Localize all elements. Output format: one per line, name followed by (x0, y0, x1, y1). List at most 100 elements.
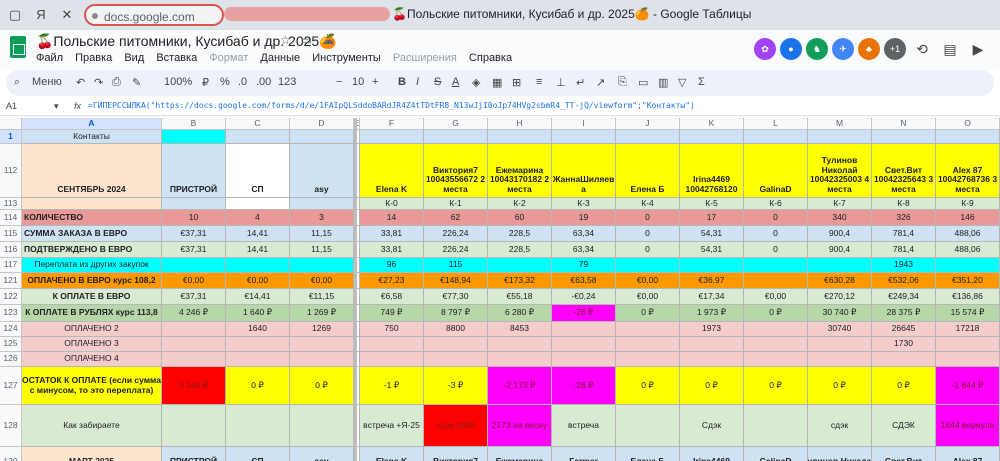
cell-m116[interactable]: 900,4 (808, 242, 872, 258)
cell-o128[interactable]: 1644 вернула (936, 405, 1000, 447)
cell-l126[interactable] (744, 352, 808, 367)
cell-g124[interactable]: 8800 (424, 322, 488, 337)
cell-o115[interactable]: 488,06 (936, 226, 1000, 242)
site-info-icon[interactable] (92, 13, 98, 19)
font-size-increase-icon[interactable]: + (372, 76, 378, 88)
cell-a116[interactable]: ПОДТВЕРЖДЕНО В ЕВРО (22, 242, 162, 258)
cell-h113[interactable]: К-2 (488, 198, 552, 210)
cell-b129[interactable]: ПРИСТРОЙ (162, 447, 226, 461)
cell-h124[interactable]: 8453 (488, 322, 552, 337)
borders-icon[interactable]: ▦ (492, 76, 502, 89)
avatar[interactable]: ♞ (806, 38, 828, 60)
cell-g127[interactable]: -3 ₽ (424, 367, 488, 405)
cell-l128[interactable] (744, 405, 808, 447)
cell-c126[interactable] (226, 352, 290, 367)
cell-d128[interactable] (290, 405, 354, 447)
cell-n126[interactable] (872, 352, 936, 367)
cell-g117[interactable]: 115 (424, 258, 488, 273)
cell-d113[interactable] (290, 198, 354, 210)
cell-m123[interactable]: 30 740 ₽ (808, 305, 872, 322)
insert-chart-icon[interactable]: ▥ (658, 76, 668, 89)
cell-f122[interactable]: €6,58 (360, 289, 424, 305)
cell-j125[interactable] (616, 337, 680, 352)
cell-m113[interactable]: К-7 (808, 198, 872, 210)
cell-a121[interactable]: ОПЛАЧЕНО В ЕВРО курс 108,2 (22, 273, 162, 289)
comments-icon[interactable]: ▤ (938, 38, 962, 60)
cell-c122[interactable]: €14,41 (226, 289, 290, 305)
cell-k125[interactable] (680, 337, 744, 352)
cell-b117[interactable] (162, 258, 226, 273)
cell-k121[interactable]: €36,97 (680, 273, 744, 289)
cell-k117[interactable] (680, 258, 744, 273)
column-header-d[interactable]: D (290, 118, 354, 130)
cell-n122[interactable]: €249,34 (872, 289, 936, 305)
cell-a128[interactable]: Как забираете (22, 405, 162, 447)
cell-m124[interactable]: 30740 (808, 322, 872, 337)
cell-k124[interactable]: 1973 (680, 322, 744, 337)
cell-h125[interactable] (488, 337, 552, 352)
cell-l114[interactable]: 0 (744, 210, 808, 226)
row-header-124[interactable]: 124 (0, 322, 22, 337)
row-header-123[interactable]: 123 (0, 305, 22, 322)
cell-k126[interactable] (680, 352, 744, 367)
cell-o112[interactable]: Alex 87 10042768736 3 места (936, 144, 1000, 198)
cell-g122[interactable]: €77,30 (424, 289, 488, 305)
cell-n123[interactable]: 28 375 ₽ (872, 305, 936, 322)
cell-k114[interactable]: 17 (680, 210, 744, 226)
cell-o127[interactable]: -1 644 ₽ (936, 367, 1000, 405)
cell-g126[interactable] (424, 352, 488, 367)
cell-h122[interactable]: €55,18 (488, 289, 552, 305)
cell-l129[interactable]: GalinaD (744, 447, 808, 461)
cell-n117[interactable]: 1943 (872, 258, 936, 273)
cell-o123[interactable]: 15 574 ₽ (936, 305, 1000, 322)
column-header-b[interactable]: B (162, 118, 226, 130)
cell-o117[interactable] (936, 258, 1000, 273)
cell-n129[interactable]: Свет.Вит (872, 447, 936, 461)
cell-j112[interactable]: Елена Б (616, 144, 680, 198)
cell-j1[interactable] (616, 130, 680, 144)
undo-icon[interactable]: ↶ (76, 76, 85, 89)
cell-j113[interactable]: К-4 (616, 198, 680, 210)
cell-g114[interactable]: 62 (424, 210, 488, 226)
cell-l127[interactable]: 0 ₽ (744, 367, 808, 405)
cell-n125[interactable]: 1730 (872, 337, 936, 352)
cell-c124[interactable]: 1640 (226, 322, 290, 337)
cell-h1[interactable] (488, 130, 552, 144)
cell-m117[interactable] (808, 258, 872, 273)
search-icon[interactable]: ⌕ (14, 76, 20, 89)
cell-f124[interactable]: 750 (360, 322, 424, 337)
cell-i125[interactable] (552, 337, 616, 352)
cell-i129[interactable]: Fermer (552, 447, 616, 461)
avatar[interactable]: ● (780, 38, 802, 60)
cell-b1[interactable] (162, 130, 226, 144)
zoom-select[interactable]: 100% (164, 76, 192, 88)
row-header-129[interactable]: 129 (0, 447, 22, 461)
avatar[interactable]: ✿ (754, 38, 776, 60)
cell-g1[interactable] (424, 130, 488, 144)
cell-c116[interactable]: 14,41 (226, 242, 290, 258)
cell-i122[interactable]: -€0,24 (552, 289, 616, 305)
cell-h114[interactable]: 60 (488, 210, 552, 226)
fill-color-icon[interactable]: ◈ (472, 76, 480, 89)
cell-d129[interactable]: asy (290, 447, 354, 461)
cell-m122[interactable]: €270,12 (808, 289, 872, 305)
cell-o124[interactable]: 17218 (936, 322, 1000, 337)
cell-c117[interactable] (226, 258, 290, 273)
cell-i116[interactable]: 63,34 (552, 242, 616, 258)
cell-b114[interactable]: 10 (162, 210, 226, 226)
column-header-i[interactable]: I (552, 118, 616, 130)
merge-cells-icon[interactable]: ⊞ (512, 76, 521, 89)
cell-g125[interactable] (424, 337, 488, 352)
cell-l113[interactable]: К-6 (744, 198, 808, 210)
cell-g128[interactable]: сдэк 1830 (424, 405, 488, 447)
cell-b121[interactable]: €0,00 (162, 273, 226, 289)
cell-c1[interactable] (226, 130, 290, 144)
column-header-k[interactable]: K (680, 118, 744, 130)
cell-l116[interactable]: 0 (744, 242, 808, 258)
cell-f116[interactable]: 33,81 (360, 242, 424, 258)
align-vertical-icon[interactable]: ⊥ (556, 76, 566, 89)
cell-k122[interactable]: €17,34 (680, 289, 744, 305)
move-folder-icon[interactable]: ▭ (301, 33, 312, 47)
cell-h126[interactable] (488, 352, 552, 367)
select-all-corner[interactable] (0, 118, 22, 130)
